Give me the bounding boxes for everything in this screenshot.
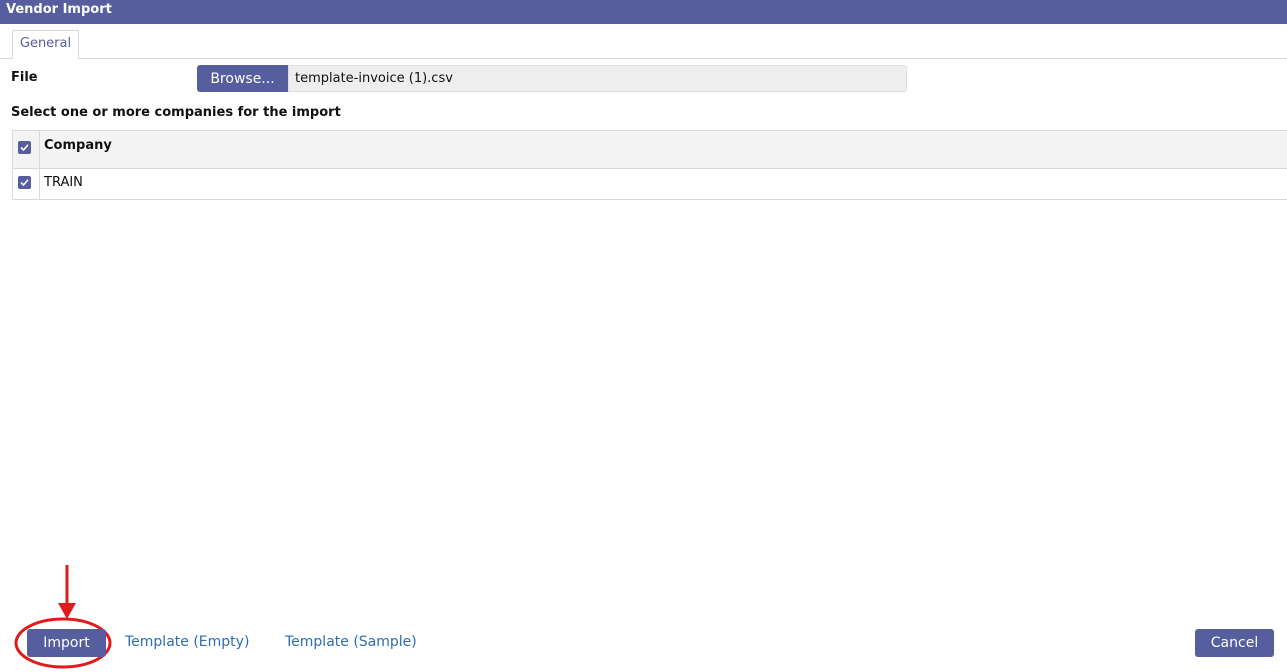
column-separator [39, 131, 40, 168]
tab-strip-border [0, 58, 1287, 59]
file-name-field[interactable]: template-invoice (1).csv [288, 65, 907, 92]
cancel-button[interactable]: Cancel [1195, 629, 1274, 657]
template-sample-link[interactable]: Template (Sample) [285, 634, 417, 650]
template-empty-link[interactable]: Template (Empty) [125, 634, 249, 650]
column-header-company[interactable]: Company [44, 138, 112, 153]
file-label: File [11, 70, 38, 85]
grid-header: Company [13, 131, 1287, 169]
check-icon [20, 144, 29, 152]
column-separator [39, 169, 40, 199]
window-titlebar: Vendor Import [0, 0, 1287, 24]
arrow-down-icon [58, 565, 76, 619]
window-title: Vendor Import [6, 2, 112, 17]
row-checkbox-train[interactable] [18, 176, 31, 189]
browse-button[interactable]: Browse... [197, 65, 288, 92]
select-all-checkbox[interactable] [18, 141, 31, 154]
check-icon [20, 179, 29, 187]
companies-grid: Company TRAIN [12, 130, 1287, 200]
companies-caption: Select one or more companies for the imp… [11, 105, 341, 120]
tab-general[interactable]: General [12, 30, 79, 59]
table-row[interactable]: TRAIN [13, 169, 1287, 199]
import-button[interactable]: Import [27, 629, 106, 657]
company-cell: TRAIN [44, 175, 83, 190]
